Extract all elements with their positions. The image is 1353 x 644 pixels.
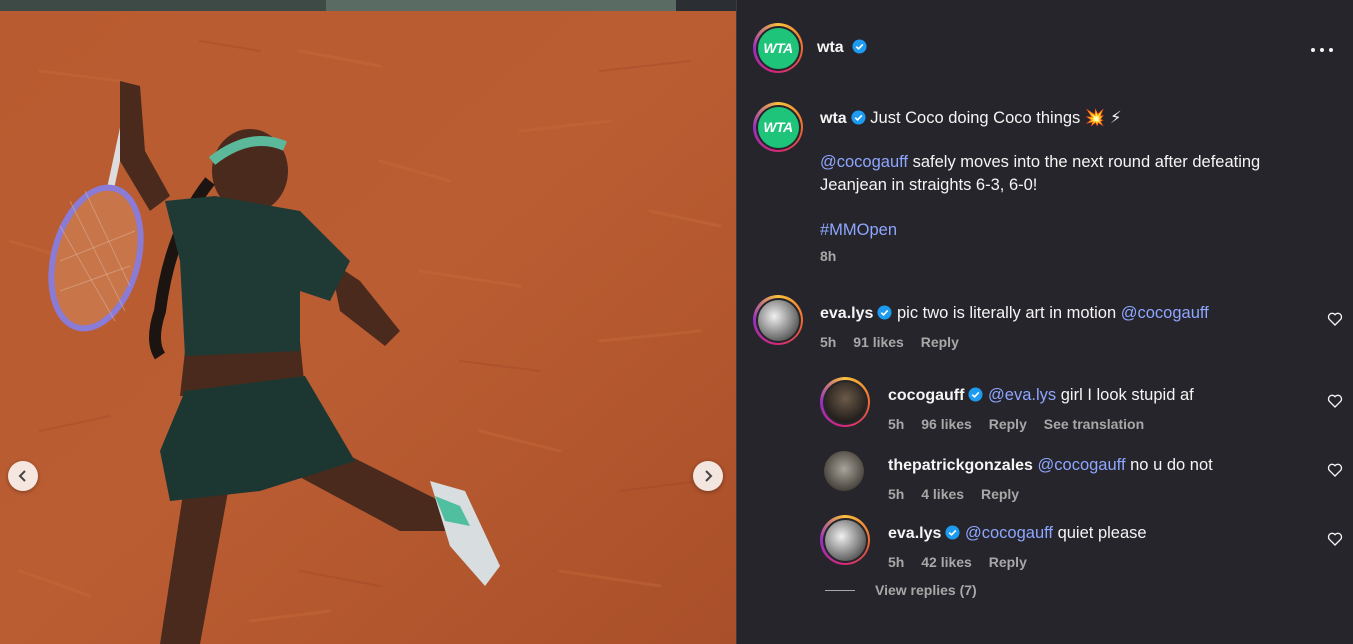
comment-text: pic two is literally art in motion [896, 304, 1121, 322]
comment-body: eva.lys pic two is literally art in moti… [820, 302, 1310, 350]
verified-badge-icon [852, 39, 867, 54]
reply-button[interactable]: Reply [989, 416, 1027, 432]
commenter-avatar[interactable] [820, 377, 870, 427]
reply-button[interactable]: Reply [921, 334, 959, 350]
view-replies-line [825, 589, 855, 591]
avatar-image [824, 381, 866, 423]
heart-icon[interactable] [1327, 311, 1343, 327]
comment-username[interactable]: cocogauff [888, 387, 964, 404]
comment-text: quiet please [1053, 524, 1147, 542]
comment-username[interactable]: thepatrickgonzales [888, 457, 1033, 474]
comment-time: 5h [888, 416, 905, 432]
verified-badge-icon [968, 387, 983, 402]
previous-image-button[interactable] [8, 461, 38, 491]
wta-logo: WTA [757, 27, 799, 69]
caption-mention[interactable]: @cocogauff [820, 153, 908, 171]
view-replies-button[interactable]: View replies (7) [825, 582, 977, 598]
verified-badge-icon [851, 110, 866, 125]
caption-avatar[interactable]: WTA [753, 102, 803, 152]
caption-body: wta Just Coco doing Coco things 💥 ⚡ @coc… [820, 107, 1320, 264]
post-media [0, 11, 736, 644]
avatar-image [757, 299, 799, 341]
wta-logo: WTA [757, 106, 799, 148]
heart-icon[interactable] [1327, 462, 1343, 478]
comment-text: no u do not [1125, 456, 1213, 474]
comment-time: 5h [888, 554, 905, 570]
more-options-button[interactable] [1311, 45, 1335, 55]
comment-mention[interactable]: @cocogauff [1038, 456, 1126, 474]
chevron-left-icon [18, 470, 26, 482]
see-translation-button[interactable]: See translation [1044, 416, 1144, 432]
comment-username[interactable]: eva.lys [820, 305, 873, 322]
caption-hashtag[interactable]: #MMOpen [820, 219, 1320, 242]
verified-badge-icon [877, 305, 892, 320]
comment-likes[interactable]: 91 likes [853, 334, 904, 350]
next-image-button[interactable] [693, 461, 723, 491]
heart-icon[interactable] [1327, 393, 1343, 409]
caption-username[interactable]: wta [820, 110, 847, 127]
verified-badge-icon [945, 525, 960, 540]
comment-mention[interactable]: @eva.lys [988, 386, 1056, 404]
comment-body: eva.lys @cocogauff quiet please 5h 42 li… [888, 522, 1308, 570]
comment-text: girl I look stupid af [1056, 386, 1194, 404]
commenter-avatar[interactable] [820, 515, 870, 565]
comment-mention[interactable]: @cocogauff [1121, 304, 1209, 322]
reply-button[interactable]: Reply [989, 554, 1027, 570]
caption-headline: Just Coco doing Coco things 💥 ⚡ [870, 109, 1122, 127]
author-username[interactable]: wta [817, 39, 844, 56]
comment-username[interactable]: eva.lys [888, 525, 941, 542]
post-header: WTA wta [737, 11, 1353, 87]
tennis-photo [0, 11, 736, 644]
avatar-image [824, 519, 866, 561]
comment-mention[interactable]: @cocogauff [965, 524, 1053, 542]
header-username-row: wta [817, 39, 867, 57]
commenter-avatar[interactable] [824, 451, 864, 491]
comment-time: 5h [888, 486, 905, 502]
post-panel: WTA wta WTA wta Just Coco doing Coco thi… [737, 0, 1353, 644]
author-avatar[interactable]: WTA [753, 23, 803, 73]
commenter-avatar[interactable] [753, 295, 803, 345]
chevron-right-icon [705, 470, 713, 482]
comment-time: 5h [820, 334, 837, 350]
reply-button[interactable]: Reply [981, 486, 1019, 502]
view-replies-label: View replies (7) [875, 582, 977, 598]
comment-likes[interactable]: 96 likes [921, 416, 972, 432]
caption-time: 8h [820, 248, 837, 264]
comment-body: cocogauff @eva.lys girl I look stupid af… [888, 384, 1308, 432]
comment-likes[interactable]: 42 likes [921, 554, 972, 570]
comment-body: thepatrickgonzales @cocogauff no u do no… [888, 454, 1308, 502]
heart-icon[interactable] [1327, 531, 1343, 547]
comment-likes[interactable]: 4 likes [921, 486, 964, 502]
